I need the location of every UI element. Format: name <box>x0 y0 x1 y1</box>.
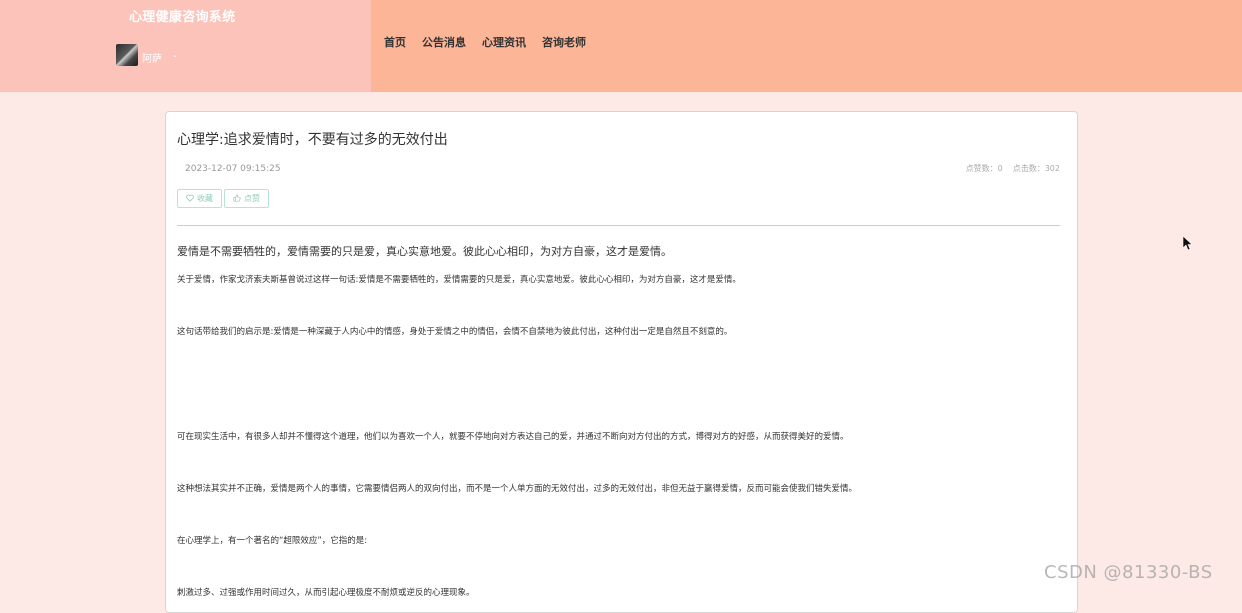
nav-item-news[interactable]: 心理资讯 <box>482 34 526 50</box>
article-lead: 爱情是不需要牺牲的，爱情需要的只是爱，真心实意地爱。彼此心心相印，为对方自豪，这… <box>177 245 672 258</box>
article-paragraph: 在心理学上，有一个著名的“超限效应”，它指的是: <box>177 536 368 546</box>
avatar[interactable] <box>116 44 138 66</box>
article-stats: 点赞数：0 点击数：302 <box>966 163 1060 174</box>
views-count: 点击数：302 <box>1012 164 1060 173</box>
heart-icon <box>186 194 194 204</box>
article-paragraph: 关于爱情，作家戈济索夫斯基曾说过这样一句话:爱情是不需要牺牲的，爱情需要的只是爱… <box>177 275 741 285</box>
nav-item-home[interactable]: 首页 <box>384 34 406 50</box>
nav-item-counselors[interactable]: 咨询老师 <box>542 34 586 50</box>
main-nav: 首页 公告消息 心理资讯 咨询老师 <box>384 34 586 50</box>
article-paragraph: 刺激过多、过强或作用时间过久，从而引起心理极度不耐烦或逆反的心理现象。 <box>177 588 475 598</box>
article-actions: 收藏 点赞 <box>177 189 269 208</box>
top-header: 心理健康咨询系统 阿萨 ⌄ 首页 公告消息 心理资讯 咨询老师 <box>0 0 1242 92</box>
watermark: CSDN @81330-BS <box>1044 562 1213 583</box>
site-title: 心理健康咨询系统 <box>129 10 236 25</box>
chevron-down-icon[interactable]: ⌄ <box>172 51 178 59</box>
brand-panel: 心理健康咨询系统 阿萨 ⌄ <box>0 0 371 92</box>
article-title: 心理学:追求爱情时，不要有过多的无效付出 <box>177 132 448 148</box>
mouse-cursor-icon <box>1182 235 1193 255</box>
article-paragraph: 可在现实生活中，有很多人却并不懂得这个道理，他们以为喜欢一个人，就要不停地向对方… <box>177 432 849 442</box>
like-button[interactable]: 点赞 <box>224 189 269 208</box>
article-card: 心理学:追求爱情时，不要有过多的无效付出 2023-12-07 09:15:25… <box>165 111 1078 613</box>
user-name[interactable]: 阿萨 <box>142 50 162 65</box>
divider <box>177 225 1060 226</box>
article-date: 2023-12-07 09:15:25 <box>185 164 281 174</box>
collect-label: 收藏 <box>197 194 213 203</box>
likes-count: 点赞数：0 <box>965 164 1003 173</box>
article-paragraph: 这种想法其实并不正确，爱情是两个人的事情，它需要情侣两人的双向付出，而不是一个人… <box>177 484 858 494</box>
nav-item-announcements[interactable]: 公告消息 <box>422 34 466 50</box>
thumbs-up-icon <box>233 193 241 204</box>
article-paragraph: 这句话带给我们的启示是:爱情是一种深藏于人内心中的情感，身处于爱情之中的情侣，会… <box>177 327 733 337</box>
collect-button[interactable]: 收藏 <box>177 189 222 208</box>
like-label: 点赞 <box>244 194 260 203</box>
